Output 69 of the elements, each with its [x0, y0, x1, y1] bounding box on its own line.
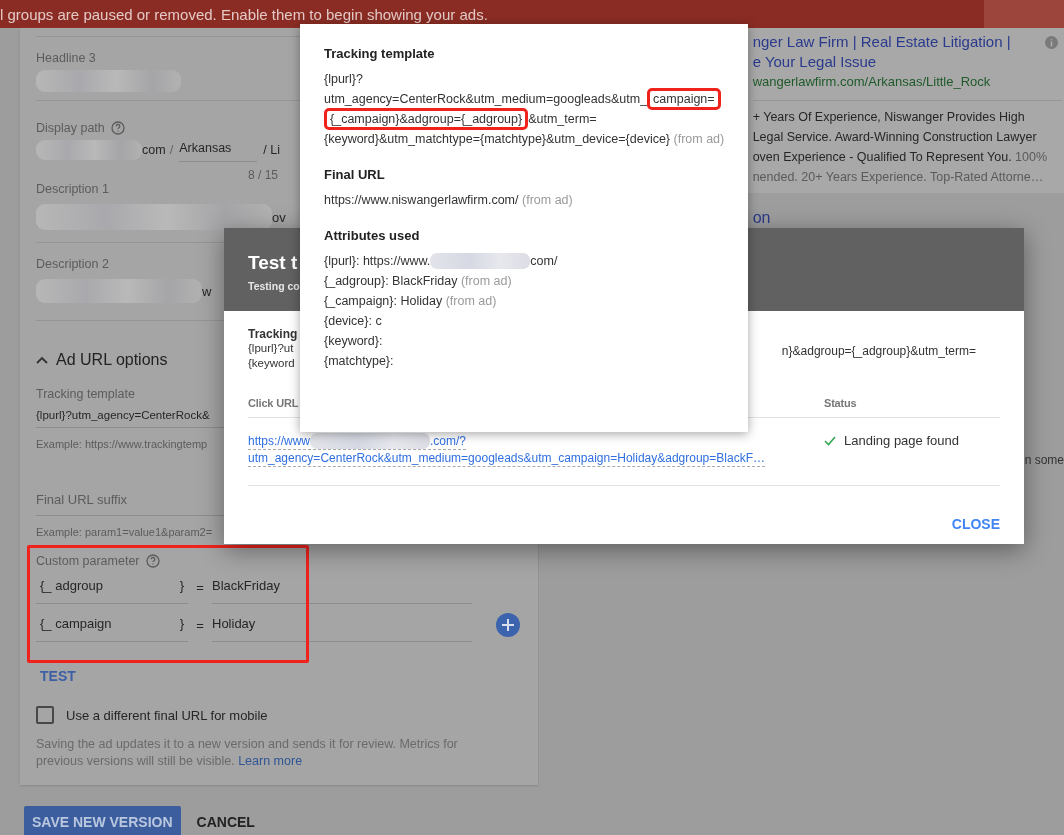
attribute-text: {_campaign}: Holiday (from ad) [324, 293, 497, 310]
example-text: Example: param1=value1&param2= [36, 526, 213, 538]
click-url-link[interactable]: utm_agency=CenterRock&utm_medium=googleads&utm_campaign=Holiday&adgroup=BlackF… [248, 450, 765, 467]
attribute-text: {matchtype}: [324, 353, 394, 370]
section-title: Attributes used [324, 228, 420, 243]
brace-text: } [179, 578, 184, 593]
ad-headline: e Your Legal Issue [752, 52, 878, 72]
parameter-value-field[interactable]: Holiday [212, 608, 472, 642]
character-counter: 8 / 15 [248, 168, 279, 182]
click-url-link[interactable]: https://www .com/? [248, 433, 467, 450]
example-text: Example: https://www.trackingtemp [36, 438, 208, 450]
ad-description-line: nended. 20+ Years Experience. Top-Rated Attorne… [752, 169, 1045, 186]
link-text[interactable]: on [752, 209, 771, 227]
path-field-start[interactable]: / Li [263, 142, 280, 157]
attribute-text: {_adgroup}: BlackFriday (from ad) [324, 273, 512, 290]
cancel-button[interactable]: CANCEL [188, 806, 263, 835]
dialog-subtitle: Testing co [248, 280, 300, 292]
ad-description-line: + Years Of Experience, Niswanger Provides High [752, 109, 1026, 126]
equals-sign: = [195, 579, 205, 595]
path-separator: / [169, 142, 174, 157]
checkbox[interactable] [36, 706, 54, 724]
column-header: Status [824, 397, 857, 409]
attribute-text: {keyword}: [324, 333, 383, 350]
section-title: Tracking template [324, 46, 435, 61]
dialog-title: Test t [248, 252, 298, 274]
parameter-key: {_ adgroup [40, 578, 103, 593]
ad-display-url: wangerlawfirm.com/Arkansas/Little_Rock [752, 73, 992, 91]
ad-description-line: oven Experience - Qualified To Represent You. 100% [752, 149, 1049, 166]
path-field[interactable]: Arkansas [179, 137, 258, 162]
field-label: Description 1 [36, 182, 109, 196]
description-text: ov [272, 209, 286, 225]
status-label: Landing page found [844, 433, 959, 448]
ad-url-options-toggle[interactable]: Ad URL options [36, 351, 168, 369]
equals-sign: = [195, 617, 205, 633]
info-icon[interactable] [1045, 35, 1058, 49]
field-label: Description 2 [36, 257, 109, 271]
info-paragraph: Saving the ad updates it to a new version and sends it for review. Metrics for previous versions will still be visible. Learn more [36, 736, 459, 770]
close-button[interactable]: CLOSE [951, 512, 1000, 536]
field-label: Tracking template [36, 387, 135, 401]
field-label: Headline 3 [36, 51, 96, 65]
parameter-key: {_ campaign [40, 616, 112, 631]
brace-text: } [179, 616, 184, 631]
banner-message: l groups are paused or removed. Enable them to begin showing your ads. [0, 5, 488, 23]
section-title: Final URL [324, 167, 385, 182]
save-button[interactable]: SAVE NEW VERSION [24, 806, 181, 835]
side-text: n some [1024, 453, 1064, 467]
help-icon[interactable] [110, 121, 125, 135]
column-header: Click URL [248, 397, 299, 409]
field-label: Display path [36, 121, 125, 135]
final-url-text: https://www.niswangerlawfirm.com/ (from ad) [324, 192, 573, 209]
ad-headline: nger Law Firm | Real Estate Litigation | [752, 32, 1011, 52]
attribute-text: com/ [530, 253, 558, 270]
description-text: w [202, 283, 212, 299]
checkbox-label: Use a different final URL for mobile [66, 707, 268, 723]
attribute-text: {device}: c [324, 313, 382, 330]
tracking-text: {lpurl}?ut [248, 341, 294, 356]
ad-description-line: Legal Service. Award-Winning Construction Lawyer [752, 129, 1038, 146]
section-label: Tracking [248, 327, 298, 341]
add-icon[interactable] [496, 613, 520, 637]
field-label: Custom parameter [36, 554, 160, 568]
parameter-value-field[interactable]: BlackFriday [212, 570, 472, 604]
attribute-text: {lpurl}: https://www. [324, 253, 431, 270]
parameter-key-field[interactable]: {_ adgroup } [36, 570, 188, 604]
parameter-key-field[interactable]: {_ campaign } [36, 608, 188, 642]
tracking-text: {keyword [248, 356, 295, 371]
final-url-suffix-field[interactable]: Final URL suffix [36, 484, 224, 516]
domain-text: com [142, 142, 166, 157]
tracking-text: n}&adgroup={_adgroup}&utm_term= [781, 344, 976, 358]
help-icon[interactable] [145, 554, 160, 568]
